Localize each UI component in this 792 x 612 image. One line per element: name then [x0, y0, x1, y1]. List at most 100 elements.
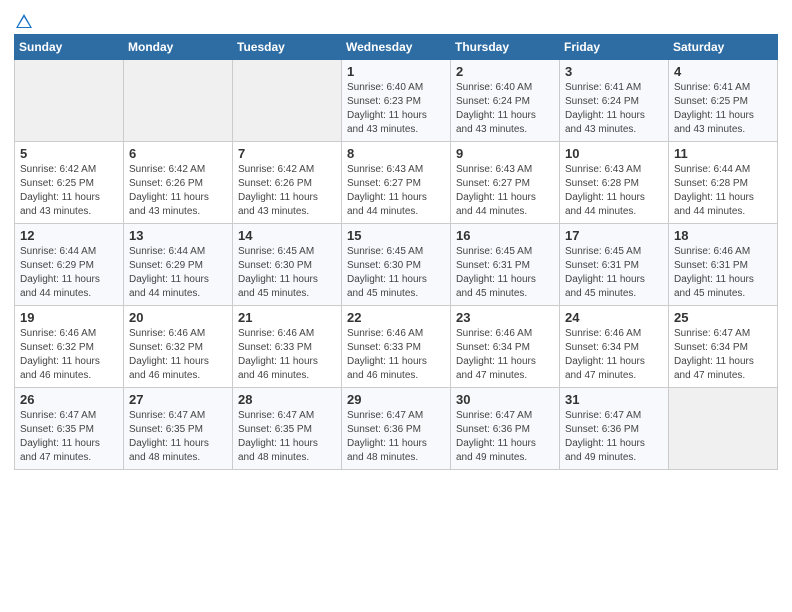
calendar-cell: 6 Sunrise: 6:42 AM Sunset: 6:26 PM Daylig… [124, 142, 233, 224]
day-number: 3 [565, 64, 663, 79]
day-info: Sunrise: 6:46 AM Sunset: 6:32 PM Dayligh… [129, 327, 227, 383]
calendar-cell: 2 Sunrise: 6:40 AM Sunset: 6:24 PM Daylig… [451, 60, 560, 142]
calendar-cell: 26Sunrise: 6:47 AM Sunset: 6:35 PM Dayli… [15, 388, 124, 470]
weekday-header-thursday: Thursday [451, 35, 560, 60]
calendar-cell: 31 Sunrise: 6:47 AM Sunset: 6:36 PM Dayli… [560, 388, 669, 470]
header [14, 10, 778, 28]
weekday-header-row: SundayMondayTuesdayWednesdayThursdayFrid… [15, 35, 778, 60]
calendar-cell: 8 Sunrise: 6:43 AM Sunset: 6:27 PM Daylig… [342, 142, 451, 224]
weekday-header-sunday: Sunday [15, 35, 124, 60]
day-number: 7 [238, 146, 336, 161]
calendar-cell: 3 Sunrise: 6:41 AM Sunset: 6:24 PM Daylig… [560, 60, 669, 142]
day-number: 16 [456, 228, 554, 243]
calendar-cell: 28 Sunrise: 6:47 AM Sunset: 6:35 PM Dayli… [233, 388, 342, 470]
day-info: Sunrise: 6:45 AM Sunset: 6:31 PM Dayligh… [565, 245, 663, 301]
day-info: Sunrise: 6:40 AM Sunset: 6:23 PM Dayligh… [347, 81, 445, 137]
day-number: 27 [129, 392, 227, 407]
day-info: Sunrise: 6:41 AM Sunset: 6:24 PM Dayligh… [565, 81, 663, 137]
calendar-cell [15, 60, 124, 142]
day-info: Sunrise: 6:46 AM Sunset: 6:32 PM Dayligh… [20, 327, 118, 383]
weekday-header-friday: Friday [560, 35, 669, 60]
day-number: 23 [456, 310, 554, 325]
day-info: Sunrise: 6:46 AM Sunset: 6:31 PM Dayligh… [674, 245, 772, 301]
calendar-table: SundayMondayTuesdayWednesdayThursdayFrid… [14, 34, 778, 470]
calendar-week-row: 12 Sunrise: 6:44 AM Sunset: 6:29 PM Dayli… [15, 224, 778, 306]
calendar-cell: 15Sunrise: 6:45 AM Sunset: 6:30 PM Dayli… [342, 224, 451, 306]
day-number: 28 [238, 392, 336, 407]
day-number: 2 [456, 64, 554, 79]
day-info: Sunrise: 6:43 AM Sunset: 6:27 PM Dayligh… [456, 163, 554, 219]
calendar-cell: 14Sunrise: 6:45 AM Sunset: 6:30 PM Dayli… [233, 224, 342, 306]
day-info: Sunrise: 6:44 AM Sunset: 6:29 PM Dayligh… [20, 245, 118, 301]
day-info: Sunrise: 6:40 AM Sunset: 6:24 PM Dayligh… [456, 81, 554, 137]
calendar-cell: 12 Sunrise: 6:44 AM Sunset: 6:29 PM Dayli… [15, 224, 124, 306]
page: SundayMondayTuesdayWednesdayThursdayFrid… [0, 0, 792, 612]
logo-triangle-icon [15, 12, 33, 30]
calendar-cell: 22Sunrise: 6:46 AM Sunset: 6:33 PM Dayli… [342, 306, 451, 388]
day-info: Sunrise: 6:47 AM Sunset: 6:35 PM Dayligh… [129, 409, 227, 465]
calendar-cell [124, 60, 233, 142]
day-number: 12 [20, 228, 118, 243]
day-info: Sunrise: 6:42 AM Sunset: 6:26 PM Dayligh… [129, 163, 227, 219]
weekday-header-monday: Monday [124, 35, 233, 60]
calendar-cell: 25Sunrise: 6:47 AM Sunset: 6:34 PM Dayli… [669, 306, 778, 388]
weekday-header-tuesday: Tuesday [233, 35, 342, 60]
day-number: 6 [129, 146, 227, 161]
day-number: 1 [347, 64, 445, 79]
day-info: Sunrise: 6:46 AM Sunset: 6:34 PM Dayligh… [456, 327, 554, 383]
calendar-cell [669, 388, 778, 470]
day-number: 8 [347, 146, 445, 161]
day-number: 30 [456, 392, 554, 407]
calendar-cell: 16 Sunrise: 6:45 AM Sunset: 6:31 PM Dayli… [451, 224, 560, 306]
calendar-week-row: 1 Sunrise: 6:40 AM Sunset: 6:23 PM Daylig… [15, 60, 778, 142]
calendar-cell: 9 Sunrise: 6:43 AM Sunset: 6:27 PM Daylig… [451, 142, 560, 224]
day-number: 21 [238, 310, 336, 325]
day-number: 14 [238, 228, 336, 243]
day-number: 22 [347, 310, 445, 325]
weekday-header-wednesday: Wednesday [342, 35, 451, 60]
calendar-cell: 13 Sunrise: 6:44 AM Sunset: 6:29 PM Dayli… [124, 224, 233, 306]
calendar-week-row: 26Sunrise: 6:47 AM Sunset: 6:35 PM Dayli… [15, 388, 778, 470]
weekday-header-saturday: Saturday [669, 35, 778, 60]
day-info: Sunrise: 6:42 AM Sunset: 6:25 PM Dayligh… [20, 163, 118, 219]
calendar-cell: 10 Sunrise: 6:43 AM Sunset: 6:28 PM Dayli… [560, 142, 669, 224]
calendar-cell: 18 Sunrise: 6:46 AM Sunset: 6:31 PM Dayli… [669, 224, 778, 306]
day-info: Sunrise: 6:43 AM Sunset: 6:27 PM Dayligh… [347, 163, 445, 219]
calendar-cell: 11Sunrise: 6:44 AM Sunset: 6:28 PM Dayli… [669, 142, 778, 224]
day-number: 19 [20, 310, 118, 325]
day-info: Sunrise: 6:47 AM Sunset: 6:35 PM Dayligh… [238, 409, 336, 465]
calendar-cell: 27 Sunrise: 6:47 AM Sunset: 6:35 PM Dayli… [124, 388, 233, 470]
calendar-cell [233, 60, 342, 142]
day-info: Sunrise: 6:43 AM Sunset: 6:28 PM Dayligh… [565, 163, 663, 219]
day-number: 4 [674, 64, 772, 79]
day-info: Sunrise: 6:42 AM Sunset: 6:26 PM Dayligh… [238, 163, 336, 219]
calendar-week-row: 19 Sunrise: 6:46 AM Sunset: 6:32 PM Dayli… [15, 306, 778, 388]
day-info: Sunrise: 6:44 AM Sunset: 6:29 PM Dayligh… [129, 245, 227, 301]
day-number: 9 [456, 146, 554, 161]
day-number: 25 [674, 310, 772, 325]
day-number: 13 [129, 228, 227, 243]
day-info: Sunrise: 6:41 AM Sunset: 6:25 PM Dayligh… [674, 81, 772, 137]
calendar-cell: 17 Sunrise: 6:45 AM Sunset: 6:31 PM Dayli… [560, 224, 669, 306]
day-info: Sunrise: 6:46 AM Sunset: 6:33 PM Dayligh… [238, 327, 336, 383]
calendar-cell: 4 Sunrise: 6:41 AM Sunset: 6:25 PM Daylig… [669, 60, 778, 142]
day-info: Sunrise: 6:45 AM Sunset: 6:30 PM Dayligh… [347, 245, 445, 301]
day-number: 20 [129, 310, 227, 325]
day-info: Sunrise: 6:45 AM Sunset: 6:31 PM Dayligh… [456, 245, 554, 301]
calendar-cell: 21 Sunrise: 6:46 AM Sunset: 6:33 PM Dayli… [233, 306, 342, 388]
day-info: Sunrise: 6:46 AM Sunset: 6:34 PM Dayligh… [565, 327, 663, 383]
calendar-cell: 1 Sunrise: 6:40 AM Sunset: 6:23 PM Daylig… [342, 60, 451, 142]
calendar-cell: 30Sunrise: 6:47 AM Sunset: 6:36 PM Dayli… [451, 388, 560, 470]
calendar-week-row: 5 Sunrise: 6:42 AM Sunset: 6:25 PM Daylig… [15, 142, 778, 224]
day-info: Sunrise: 6:47 AM Sunset: 6:36 PM Dayligh… [565, 409, 663, 465]
day-info: Sunrise: 6:47 AM Sunset: 6:35 PM Dayligh… [20, 409, 118, 465]
day-number: 5 [20, 146, 118, 161]
day-info: Sunrise: 6:47 AM Sunset: 6:36 PM Dayligh… [347, 409, 445, 465]
calendar-cell: 19 Sunrise: 6:46 AM Sunset: 6:32 PM Dayli… [15, 306, 124, 388]
day-number: 10 [565, 146, 663, 161]
day-number: 17 [565, 228, 663, 243]
day-info: Sunrise: 6:44 AM Sunset: 6:28 PM Dayligh… [674, 163, 772, 219]
day-number: 24 [565, 310, 663, 325]
day-number: 31 [565, 392, 663, 407]
day-number: 18 [674, 228, 772, 243]
